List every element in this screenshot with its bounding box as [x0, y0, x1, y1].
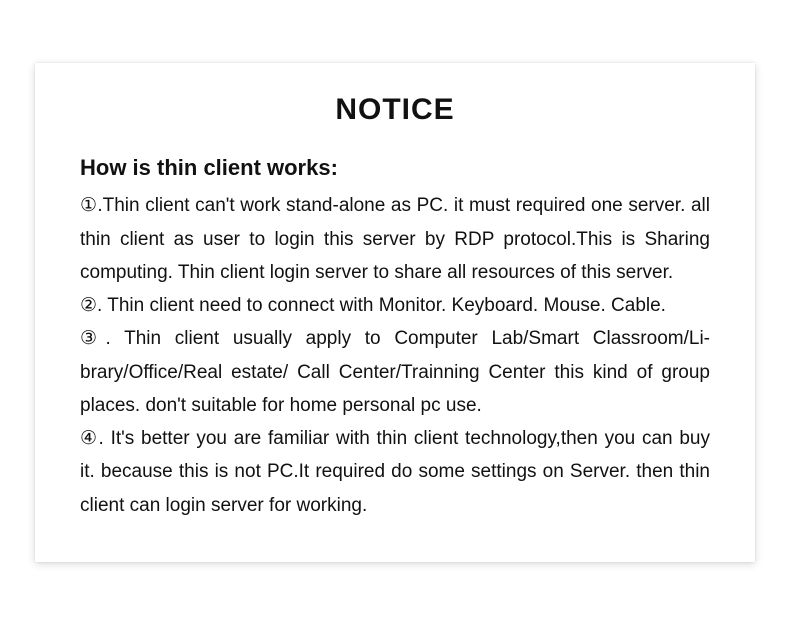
notice-item-2-text: . Thin client need to connect with Monit… [97, 295, 666, 316]
notice-item-3: ③. Thin client usually apply to Computer… [80, 322, 710, 422]
circled-4-icon: ④ [80, 428, 99, 449]
notice-item-4-text: . It's better you are familiar with thin… [80, 428, 710, 516]
notice-title: NOTICE [80, 93, 710, 127]
notice-card: NOTICE How is thin client works: ①.Thin … [35, 63, 755, 562]
notice-subtitle: How is thin client works: [80, 155, 710, 181]
notice-item-1-text: .Thin client can't work stand-alone as P… [80, 195, 710, 283]
notice-item-4: ④. It's better you are familiar with thi… [80, 422, 710, 522]
notice-item-2: ②. Thin client need to connect with Moni… [80, 289, 710, 322]
notice-item-1: ①.Thin client can't work stand-alone as … [80, 189, 710, 289]
circled-3-icon: ③ [80, 328, 105, 349]
circled-1-icon: ① [80, 195, 97, 216]
circled-2-icon: ② [80, 295, 97, 316]
notice-item-3-text: . Thin client usually apply to Computer … [80, 328, 710, 416]
